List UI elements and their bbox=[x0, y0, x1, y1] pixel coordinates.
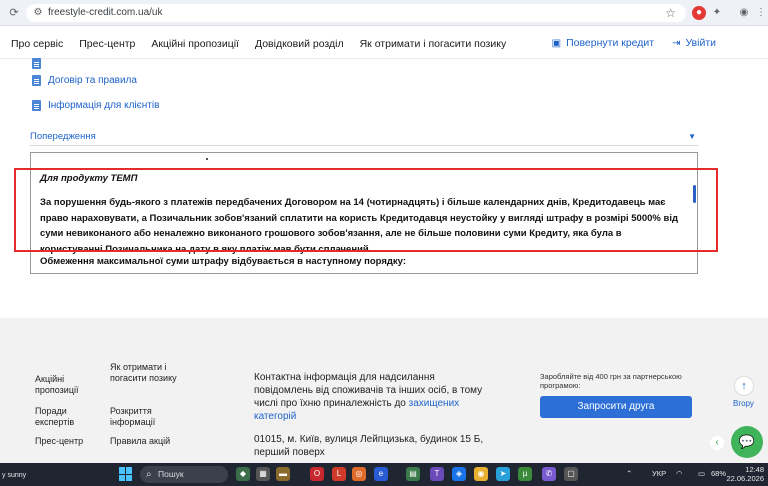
document-icon bbox=[32, 58, 41, 69]
invite-friend-button[interactable]: Запросити друга bbox=[540, 396, 692, 418]
chat-icon[interactable]: 💬 bbox=[731, 426, 763, 458]
clock-time: 12:48 bbox=[745, 465, 764, 474]
menu-icon[interactable]: ⋮ bbox=[754, 6, 768, 20]
caret-down-icon: ▼ bbox=[688, 132, 696, 141]
return-credit-link[interactable]: ▣ Повернути кредит bbox=[552, 37, 654, 49]
app-viber-icon[interactable]: ✆ bbox=[542, 467, 556, 481]
url-text: freestyle-credit.com.ua/uk bbox=[48, 7, 163, 18]
app-folder-icon[interactable]: ▬ bbox=[276, 467, 290, 481]
client-info-link[interactable]: Інформація для клієнтів bbox=[32, 100, 159, 111]
windows-taskbar: y sunny Пошук ◆ ▦ ▬ O L ◎ e ▤ T ◈ ◉ ➤ µ … bbox=[0, 463, 768, 486]
footer-link-how-to[interactable]: Як отримати і погасити позику bbox=[110, 362, 190, 384]
profile-icon[interactable]: ◉ bbox=[737, 6, 751, 20]
product-title: Для продукту ТЕМП bbox=[40, 173, 138, 184]
taskbar-search[interactable]: Пошук bbox=[140, 466, 228, 483]
nav-how-to[interactable]: Як отримати і погасити позику bbox=[360, 38, 507, 50]
main-nav: Про сервіс Прес-центр Акційні пропозиції… bbox=[11, 38, 522, 50]
penalty-paragraph: За порушення будь-якого з платежів перед… bbox=[40, 197, 679, 255]
scrollbar-thumb[interactable] bbox=[693, 185, 696, 203]
partner-note: Заробляйте від 400 грн за партнерською п… bbox=[540, 372, 682, 390]
app-telegram-icon[interactable]: ➤ bbox=[496, 467, 510, 481]
nav-press[interactable]: Прес-центр bbox=[79, 38, 135, 50]
nav-about[interactable]: Про сервіс bbox=[11, 38, 63, 50]
extension-icon[interactable]: ● bbox=[692, 6, 706, 20]
header-actions: ▣ Повернути кредит ⇥ Увійти bbox=[534, 37, 716, 49]
app-widget-icon[interactable]: ◆ bbox=[236, 467, 250, 481]
app-teams-icon[interactable]: T bbox=[430, 467, 444, 481]
app-l-icon[interactable]: L bbox=[332, 467, 346, 481]
footer-link-press[interactable]: Прес-центр bbox=[35, 436, 95, 447]
app-misc-icon[interactable]: ▢ bbox=[564, 467, 578, 481]
footer-link-promotions[interactable]: Акційні пропозиції bbox=[35, 374, 87, 396]
chevron-left-icon[interactable]: ‹ bbox=[710, 436, 724, 450]
app-dropbox-icon[interactable]: ◈ bbox=[452, 467, 466, 481]
contact-info: Контактна інформація для надсилання пові… bbox=[254, 371, 484, 423]
document-icon bbox=[32, 100, 41, 111]
clock-date: 22.06.2026 bbox=[726, 474, 764, 483]
site-footer: Акційні пропозиції Поради експертів Прес… bbox=[0, 318, 768, 464]
text-dot bbox=[206, 158, 208, 160]
wallet-icon: ▣ bbox=[551, 37, 562, 49]
app-torrent-icon[interactable]: µ bbox=[518, 467, 532, 481]
extensions-puzzle-icon[interactable]: ✦ bbox=[710, 6, 724, 20]
footer-link-disclosure[interactable]: Розкриття інформації bbox=[110, 406, 180, 428]
client-info-label: Інформація для клієнтів bbox=[48, 100, 160, 111]
battery-percent: 68% bbox=[711, 469, 727, 478]
wifi-icon[interactable]: ◠ bbox=[676, 469, 683, 478]
address-bar[interactable]: ⚙ freestyle-credit.com.ua/uk ☆ bbox=[26, 4, 686, 22]
login-icon: ⇥ bbox=[672, 37, 681, 49]
login-label: Увійти bbox=[685, 37, 716, 49]
address: 01015, м. Київ, вулиця Лейпцизька, будин… bbox=[254, 433, 484, 459]
contract-link[interactable]: Договір та правила bbox=[32, 75, 137, 86]
app-chrome-icon[interactable]: ◉ bbox=[474, 467, 488, 481]
login-link[interactable]: ⇥ Увійти bbox=[672, 37, 716, 49]
site-header: Про сервіс Прес-центр Акційні пропозиції… bbox=[0, 27, 768, 59]
browser-toolbar: ⟳ ⚙ freestyle-credit.com.ua/uk ☆ ● ✦ ◉ ⋮ bbox=[0, 0, 768, 26]
footer-link-expert-tips[interactable]: Поради експертів bbox=[35, 406, 87, 428]
language-indicator[interactable]: УКР bbox=[652, 469, 666, 478]
system-clock[interactable]: 12:48 22.06.2026 bbox=[726, 465, 764, 483]
contract-label: Договір та правила bbox=[48, 75, 137, 86]
app-opera-icon[interactable]: O bbox=[310, 467, 324, 481]
reload-icon[interactable]: ⟳ bbox=[6, 5, 22, 21]
arrow-up-icon[interactable]: ↑ bbox=[734, 376, 754, 396]
accordion-title: Попередження bbox=[30, 131, 96, 142]
document-icon bbox=[32, 75, 41, 86]
address-line-2: перший поверх bbox=[254, 447, 325, 458]
app-files-icon[interactable]: ▦ bbox=[256, 467, 270, 481]
nav-reference[interactable]: Довідковий розділ bbox=[255, 38, 344, 50]
app-copilot-icon[interactable]: ◎ bbox=[352, 467, 366, 481]
bookmark-star-icon[interactable]: ☆ bbox=[665, 6, 676, 20]
limit-paragraph: Обмеження максимальної суми штрафу відбу… bbox=[40, 256, 406, 267]
return-credit-label: Повернути кредит bbox=[566, 37, 655, 49]
nav-promotions[interactable]: Акційні пропозиції bbox=[151, 38, 239, 50]
site-info-icon[interactable]: ⚙ bbox=[32, 7, 44, 19]
footer-link-promo-rules[interactable]: Правила акцій bbox=[110, 436, 190, 447]
tray-chevron-icon[interactable]: ⌃ bbox=[626, 469, 632, 478]
address-line-1: 01015, м. Київ, вулиця Лейпцизька, будин… bbox=[254, 434, 484, 445]
app-edge-icon[interactable]: e bbox=[374, 467, 388, 481]
weather-widget[interactable]: y sunny bbox=[2, 471, 26, 480]
warnings-accordion[interactable]: Попередження ▼ bbox=[30, 126, 698, 146]
windows-start-icon[interactable] bbox=[119, 467, 133, 481]
doc-link-partial[interactable] bbox=[32, 58, 48, 69]
battery-icon[interactable]: ▭ bbox=[698, 469, 705, 478]
app-store-icon[interactable]: ▤ bbox=[406, 467, 420, 481]
scroll-top-label[interactable]: Вгору bbox=[733, 399, 754, 408]
warning-text-box[interactable]: Для продукту ТЕМП За порушення будь-яког… bbox=[30, 152, 698, 274]
